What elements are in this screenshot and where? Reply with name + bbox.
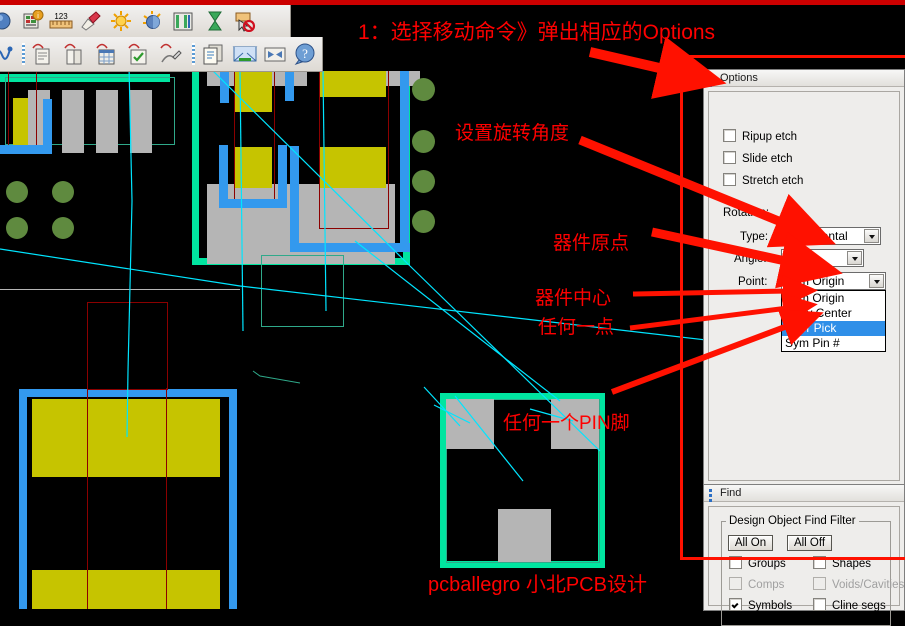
via-r4 bbox=[412, 210, 435, 233]
assembly-box-red-mid bbox=[87, 302, 168, 390]
properties-icon[interactable] bbox=[0, 8, 18, 34]
annotation-any-pin: 任何一个PIN脚 bbox=[503, 413, 630, 434]
cancel-select-icon[interactable] bbox=[232, 8, 258, 34]
via-4 bbox=[52, 217, 74, 239]
app-window: i 123 ? Options Ripup etch Slide etch St… bbox=[0, 0, 905, 626]
copy-layers-icon[interactable] bbox=[200, 41, 226, 67]
measure-ruler-icon[interactable]: 123 bbox=[48, 8, 74, 34]
trace-c-v4 bbox=[285, 71, 294, 101]
via-1 bbox=[6, 181, 28, 203]
assembly-box-red-c1 bbox=[234, 71, 275, 201]
filter-label: Comps bbox=[748, 579, 785, 591]
via-2 bbox=[52, 181, 74, 203]
watermark-text: pcballegro 小北PCB设计 bbox=[428, 574, 647, 596]
toolbar-top[interactable]: i 123 bbox=[0, 5, 291, 38]
report-icon[interactable]: i bbox=[20, 8, 46, 34]
trace-c-v6 bbox=[400, 71, 409, 249]
assembly-line-red-v2 bbox=[166, 388, 167, 609]
arrow-step1 bbox=[588, 36, 727, 99]
annotation-rotation-angle: 设置旋转角度 bbox=[455, 123, 570, 144]
filter-symbols[interactable]: Symbols bbox=[729, 598, 792, 612]
trace-c-v2 bbox=[219, 145, 228, 207]
checkbox-box bbox=[729, 577, 742, 590]
trace-c-v5 bbox=[290, 146, 299, 251]
color-brush-icon[interactable] bbox=[78, 8, 104, 34]
filter-label: Voids/Cavities bbox=[832, 579, 905, 591]
check-list-icon[interactable] bbox=[126, 41, 152, 67]
silkscreen-pad-4 bbox=[130, 90, 152, 153]
copper-pad-ll-bottom bbox=[32, 570, 220, 609]
filter-voids-cavities: Voids/Cavities bbox=[813, 577, 904, 591]
assembly-outline-green-mid bbox=[261, 255, 344, 327]
annotation-any-point: 任何一点 bbox=[538, 317, 615, 338]
silkscreen-pad-3 bbox=[96, 90, 118, 153]
report-page-icon[interactable] bbox=[30, 41, 56, 67]
via-3 bbox=[6, 217, 28, 239]
hourglass-icon[interactable] bbox=[202, 8, 228, 34]
annotation-device-origin: 器件原点 bbox=[553, 233, 630, 254]
checkbox-box[interactable] bbox=[729, 598, 742, 611]
book-icon[interactable] bbox=[62, 41, 88, 67]
trace-blue-left-h bbox=[0, 145, 45, 154]
assembly-line-red-v1 bbox=[87, 388, 88, 609]
display-shadow-icon[interactable] bbox=[140, 8, 166, 34]
display-bright-icon[interactable] bbox=[108, 8, 134, 34]
annotation-step1: 1：选择移动命令》弹出相应的Options bbox=[358, 21, 716, 44]
copper-pad-ll-top bbox=[32, 399, 220, 477]
filter-comps: Comps bbox=[729, 577, 784, 591]
help-icon[interactable]: ? bbox=[292, 41, 318, 67]
assembly-box-red-left bbox=[8, 71, 37, 153]
filter-label: Symbols bbox=[748, 600, 793, 612]
board-outline-gray-h bbox=[0, 289, 240, 290]
svg-text:?: ? bbox=[302, 46, 308, 61]
flip-icon[interactable] bbox=[262, 41, 288, 67]
toolbar-separator-1 bbox=[22, 43, 25, 65]
annotation-device-center: 器件中心 bbox=[535, 288, 612, 309]
trace-c-h1 bbox=[219, 199, 287, 208]
filter-cline-segs[interactable]: Cline segs bbox=[813, 598, 886, 612]
trace-c-v3 bbox=[278, 145, 287, 205]
toolbar-separator-2 bbox=[192, 43, 195, 65]
waveform-icon[interactable] bbox=[0, 41, 16, 67]
pad-gray-r1 bbox=[446, 399, 494, 449]
toolbar-second[interactable]: ? bbox=[0, 37, 323, 72]
svg-text:123: 123 bbox=[54, 12, 68, 21]
checkbox-box bbox=[813, 577, 826, 590]
checkbox-box[interactable] bbox=[813, 598, 826, 611]
trace-c-h2 bbox=[290, 243, 410, 252]
constraint-manager-icon[interactable] bbox=[94, 41, 120, 67]
via-r2 bbox=[412, 130, 435, 153]
assembly-box-red-c2 bbox=[319, 71, 389, 229]
layers-icon[interactable] bbox=[170, 8, 196, 34]
via-r3 bbox=[412, 170, 435, 193]
silkscreen-pad-2 bbox=[62, 90, 84, 153]
via-r1 bbox=[412, 78, 435, 101]
mail-icon[interactable] bbox=[232, 41, 258, 67]
options-highlight-box bbox=[680, 55, 905, 560]
trace-c-v1 bbox=[220, 71, 229, 103]
signal-probe-icon[interactable] bbox=[158, 41, 184, 67]
pad-gray-r3 bbox=[498, 509, 551, 562]
filter-label: Cline segs bbox=[832, 600, 886, 612]
